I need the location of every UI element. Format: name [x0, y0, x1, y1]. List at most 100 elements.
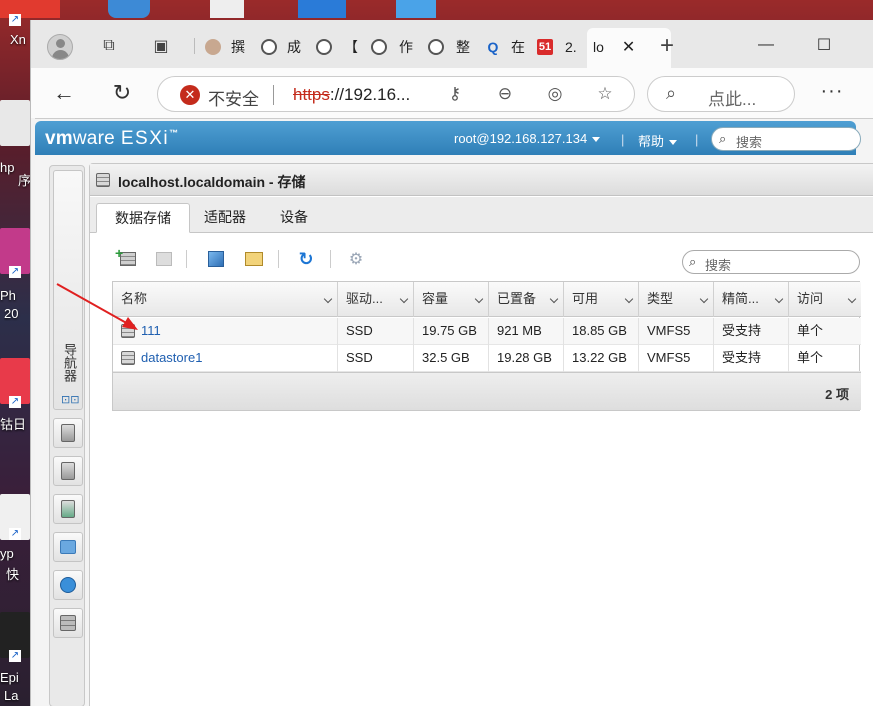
column-header-type[interactable]: 类型 — [639, 282, 714, 317]
desktop-icon-label[interactable]: Epi — [0, 670, 30, 685]
shortcut-arrow-icon: ↗ — [9, 396, 21, 408]
chevron-down-icon[interactable] — [699, 294, 709, 304]
tab-devices[interactable]: 设备 — [262, 203, 326, 233]
desktop-taskbar-icon[interactable] — [108, 0, 150, 18]
zoom-icon[interactable]: ⊖ — [494, 83, 516, 105]
refresh-button[interactable]: ↻ — [296, 249, 316, 269]
column-label: 名称 — [121, 291, 148, 306]
cell-access: 单个 — [797, 323, 824, 338]
column-header-access[interactable]: 访问 — [789, 282, 861, 317]
column-header-provisioned[interactable]: 已置备 — [489, 282, 564, 317]
browser-tab[interactable]: 成 — [261, 34, 301, 60]
new-tab-button[interactable]: + — [655, 32, 679, 59]
browser-tab[interactable]: 整 — [428, 34, 470, 60]
nav-manage-button[interactable] — [53, 456, 83, 486]
back-button[interactable]: ← — [49, 80, 79, 106]
chevron-down-icon[interactable] — [549, 294, 559, 304]
browser-tab[interactable]: 作 — [371, 34, 413, 60]
new-datastore-button[interactable] — [115, 245, 138, 268]
browser-tab[interactable]: 【 — [316, 34, 358, 60]
workspaces-icon[interactable]: ⧉ — [97, 34, 121, 58]
search-icon: ⌕ — [666, 83, 677, 103]
table-search-input[interactable]: ⌕ 搜索 — [682, 250, 860, 274]
virtual-machines-icon — [60, 540, 76, 554]
browser-tab[interactable]: 撰 — [205, 34, 245, 60]
chevron-down-icon[interactable] — [774, 294, 784, 304]
chevron-down-icon[interactable] — [323, 294, 333, 304]
find-box[interactable]: ⌕ 点此... — [647, 76, 795, 112]
column-label: 驱动... — [346, 291, 383, 306]
datastore-name-link[interactable]: 111 — [141, 323, 161, 338]
nav-host-button[interactable] — [53, 418, 83, 448]
table-footer: 2 项 — [113, 372, 861, 410]
nav-vms-button[interactable] — [53, 532, 83, 562]
more-menu-button[interactable]: ··· — [817, 80, 847, 106]
networking-icon — [60, 577, 76, 593]
maximize-button[interactable]: ☐ — [809, 32, 839, 58]
panel-title: localhost.localdomain - 存储 — [118, 174, 306, 190]
column-label: 访问 — [797, 291, 824, 306]
active-tab-content[interactable]: lo ✕ — [593, 34, 635, 60]
address-bar-row: ← ↻ ✕ 不安全 https://192.16... ⚷ ⊖ ◎ ☆ ⌕ 点此… — [31, 68, 873, 118]
actions-button[interactable]: ⚙ — [346, 250, 366, 268]
table-header: 名称 驱动... 容量 已置备 可用 类型 精简... 访问 — [113, 282, 861, 317]
column-header-free[interactable]: 可用 — [564, 282, 639, 317]
desktop-icon-label[interactable]: yp — [0, 546, 30, 561]
shortcut-arrow-icon: ↗ — [9, 14, 21, 26]
navigator-toggle[interactable]: 导航器 ⊡⊡ — [53, 170, 83, 410]
url-text[interactable]: https://192.16... — [293, 85, 410, 105]
help-menu[interactable]: 帮助 — [638, 131, 678, 150]
column-header-capacity[interactable]: 容量 — [414, 282, 489, 317]
register-vm-button[interactable] — [206, 250, 226, 268]
esxi-page: vmware ESXi™ root@192.168.127.134 | 帮助 | … — [35, 118, 873, 706]
profile-avatar[interactable] — [47, 34, 73, 60]
refresh-button[interactable]: ↻ — [107, 80, 137, 106]
desktop-app-icon[interactable] — [0, 100, 30, 146]
desktop-icon-label[interactable]: 钴日 — [0, 414, 30, 433]
nav-monitor-button[interactable] — [53, 494, 83, 524]
desktop-taskbar-icon[interactable] — [298, 0, 346, 18]
close-tab-icon[interactable]: ✕ — [622, 37, 635, 57]
gear-icon: ⚙ — [348, 251, 364, 268]
header-search-input[interactable]: ⌕ 搜索 — [711, 127, 861, 151]
navigator-panel: 导航器 ⊡⊡ — [49, 165, 85, 706]
chevron-down-icon[interactable] — [624, 294, 634, 304]
address-bar[interactable]: ✕ 不安全 https://192.16... ⚷ ⊖ ◎ ☆ — [157, 76, 635, 112]
find-placeholder: 点此... — [708, 90, 757, 109]
datastore-browser-button[interactable] — [244, 250, 264, 268]
tab-datastores[interactable]: 数据存储 — [96, 203, 190, 233]
browser-tab[interactable]: Q 在 — [485, 34, 525, 60]
cell-type: VMFS5 — [639, 318, 714, 345]
not-secure-icon[interactable]: ✕ — [180, 85, 200, 105]
datastore-icon — [121, 350, 135, 365]
nav-networking-button[interactable] — [53, 570, 83, 600]
vertical-tabs-icon[interactable]: ▣ — [149, 34, 173, 58]
key-icon[interactable]: ⚷ — [444, 83, 466, 105]
browser-tab[interactable]: 51 2. — [537, 34, 577, 60]
cell-capacity: 32.5 GB — [414, 345, 489, 372]
desktop-taskbar-icon[interactable] — [210, 0, 244, 18]
logo-esxi: ESXi — [120, 128, 170, 149]
column-label: 类型 — [647, 291, 674, 306]
security-status[interactable]: 不安全 — [208, 85, 259, 110]
user-menu[interactable]: root@192.168.127.134 — [454, 131, 601, 146]
increase-capacity-button[interactable] — [154, 250, 174, 268]
desktop-taskbar-icon[interactable] — [396, 0, 436, 18]
tab-adapters[interactable]: 适配器 — [186, 203, 264, 233]
chevron-down-icon[interactable] — [399, 294, 409, 304]
nav-storage-button[interactable] — [53, 608, 83, 638]
table-row[interactable]: 111 SSD 19.75 GB 921 MB 18.85 GB VMFS5 受… — [113, 318, 861, 345]
chevron-down-icon[interactable] — [847, 294, 857, 304]
cell-type: VMFS5 — [639, 345, 714, 372]
desktop-icon-label[interactable]: Ph — [0, 288, 30, 303]
favorite-star-icon[interactable]: ☆ — [594, 83, 616, 105]
column-header-thin[interactable]: 精简... — [714, 282, 789, 317]
extension-icon[interactable]: ◎ — [544, 83, 566, 105]
datastore-name-link[interactable]: datastore1 — [141, 350, 202, 365]
minimize-button[interactable]: — — [751, 32, 781, 58]
chevron-down-icon[interactable] — [474, 294, 484, 304]
column-header-drive[interactable]: 驱动... — [338, 282, 414, 317]
cell-free: 18.85 GB — [564, 318, 639, 345]
table-row[interactable]: datastore1 SSD 32.5 GB 19.28 GB 13.22 GB… — [113, 345, 861, 372]
column-header-name[interactable]: 名称 — [113, 282, 338, 317]
